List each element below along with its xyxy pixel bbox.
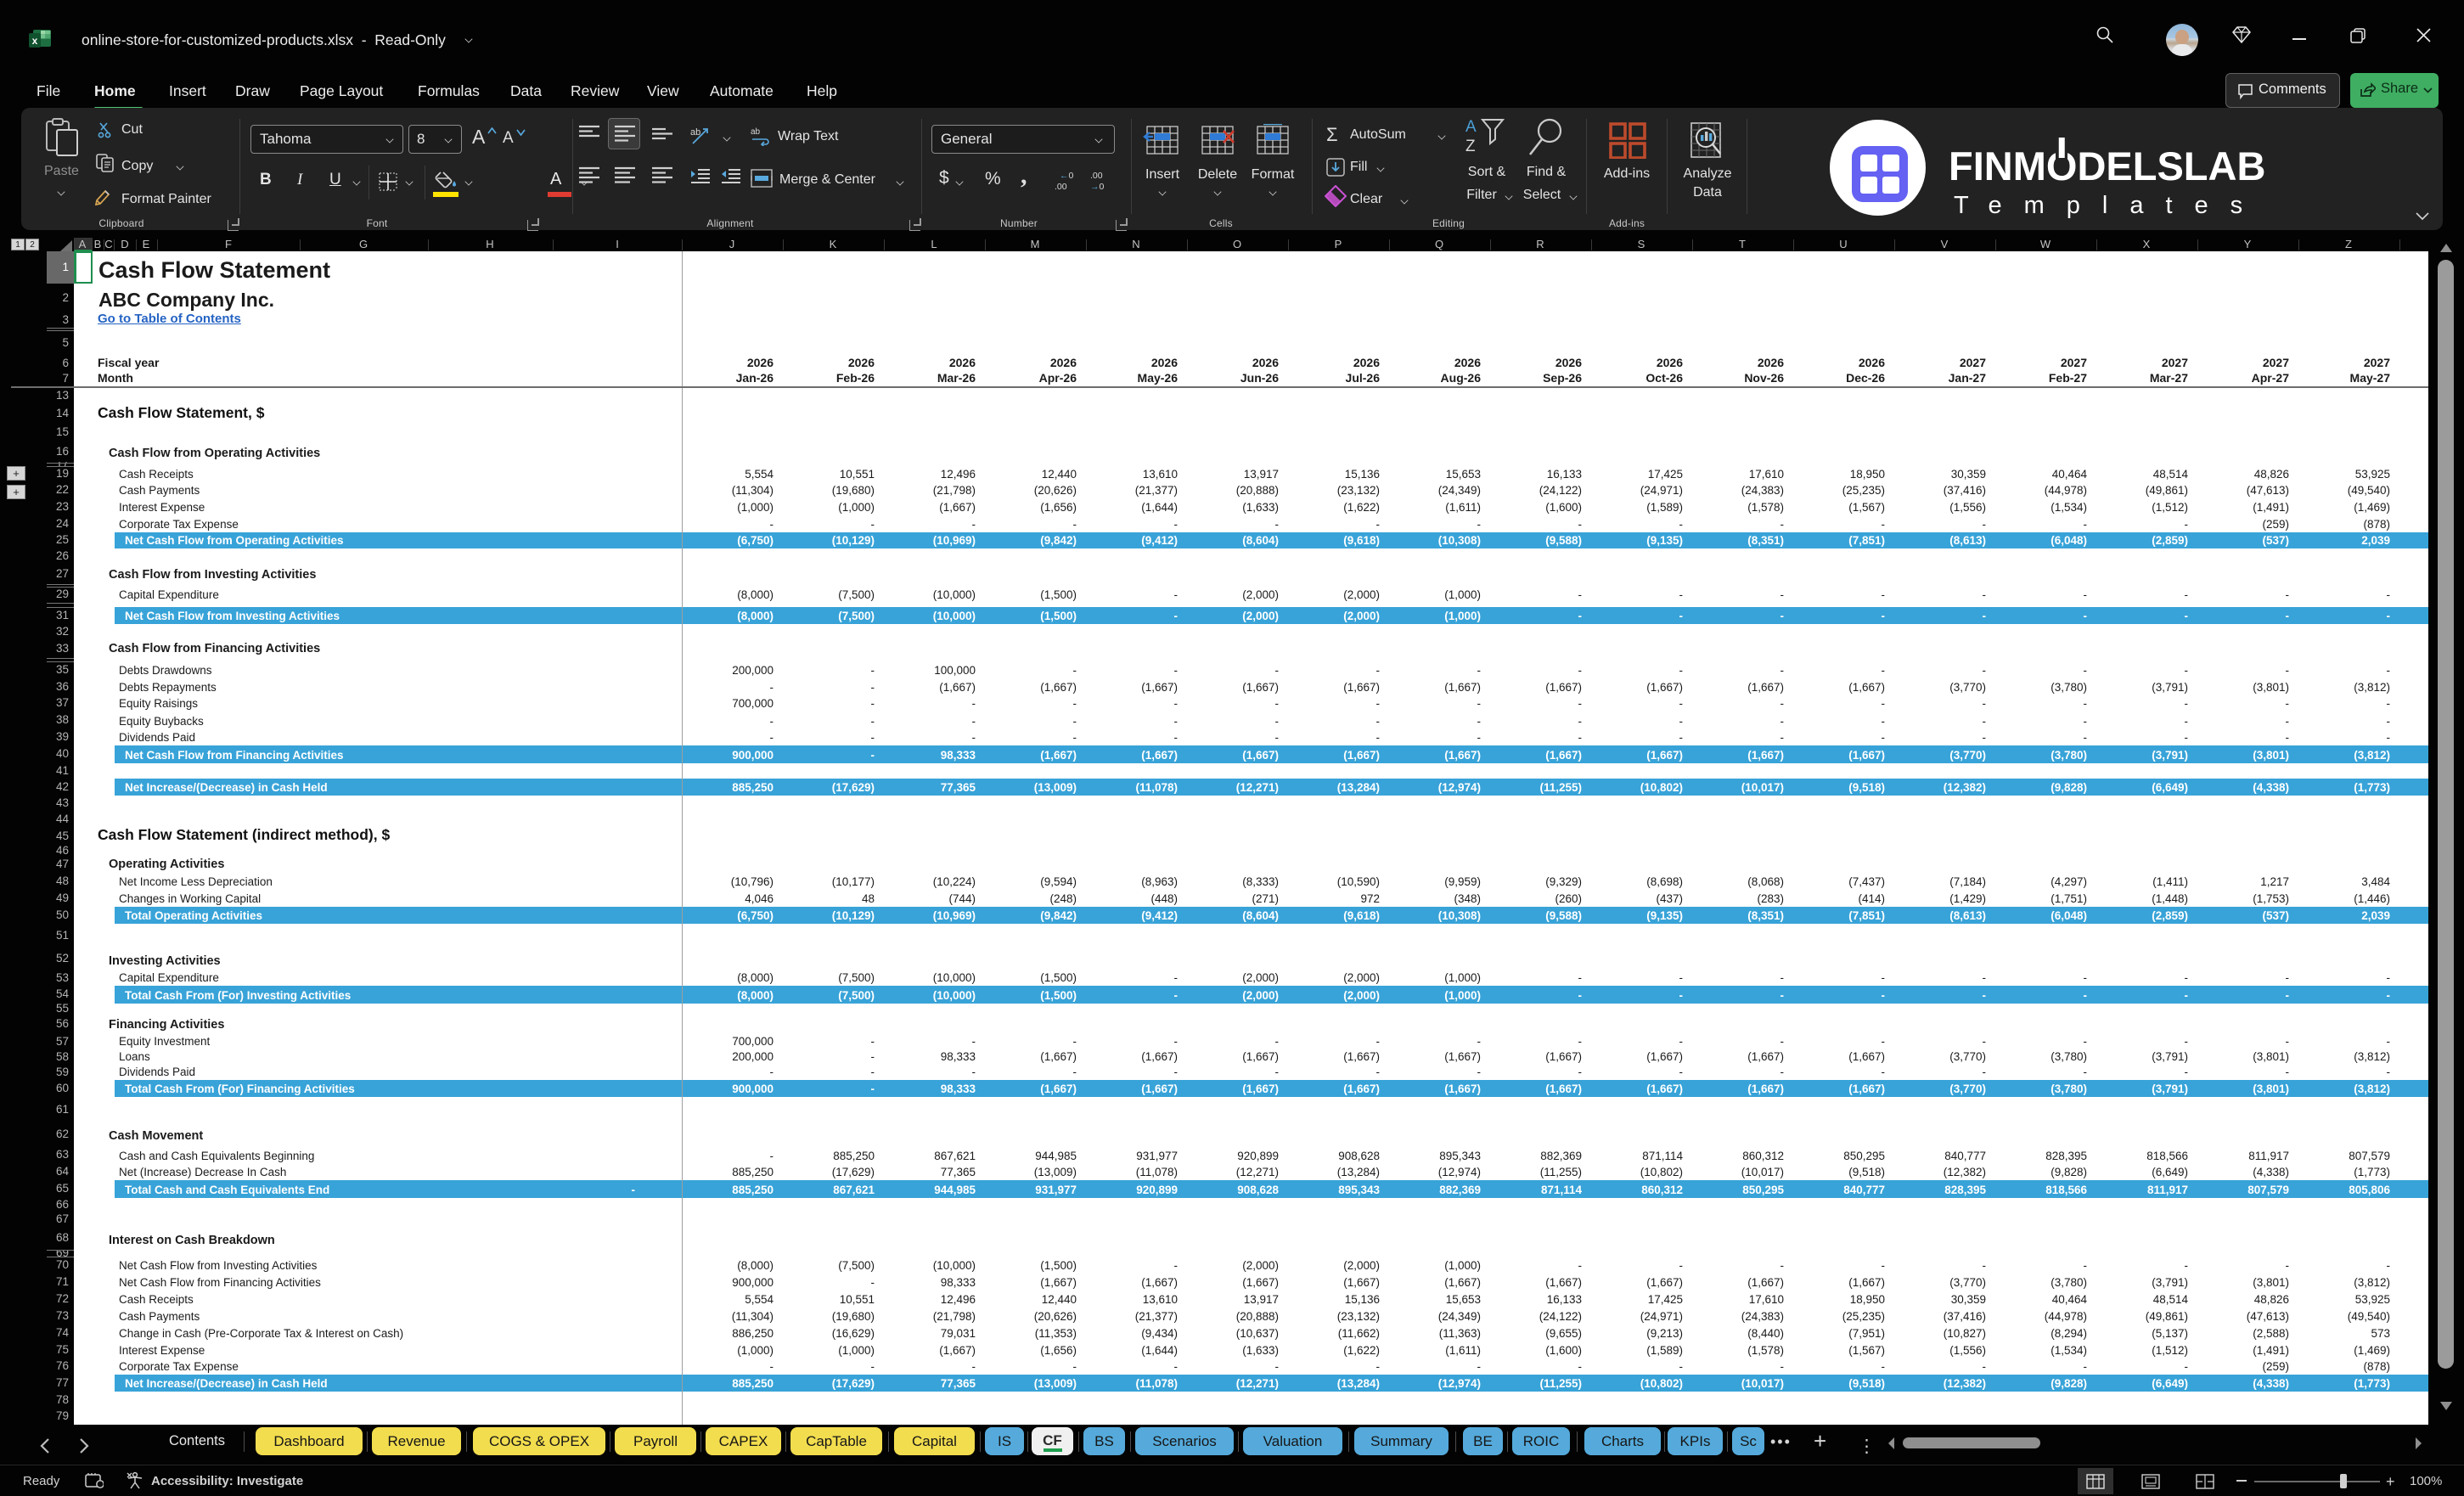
svg-text:→0: →0 [1090,182,1105,192]
svg-text:.00: .00 [1055,182,1067,192]
svg-text:A: A [1465,118,1477,136]
svg-text:x: x [32,35,38,47]
svg-text:.00: .00 [1090,171,1103,181]
svg-text:ab: ab [690,127,700,138]
svg-text:←0: ←0 [1060,171,1074,181]
svg-text:ab: ab [751,127,761,137]
svg-text:Z: Z [1465,138,1476,155]
